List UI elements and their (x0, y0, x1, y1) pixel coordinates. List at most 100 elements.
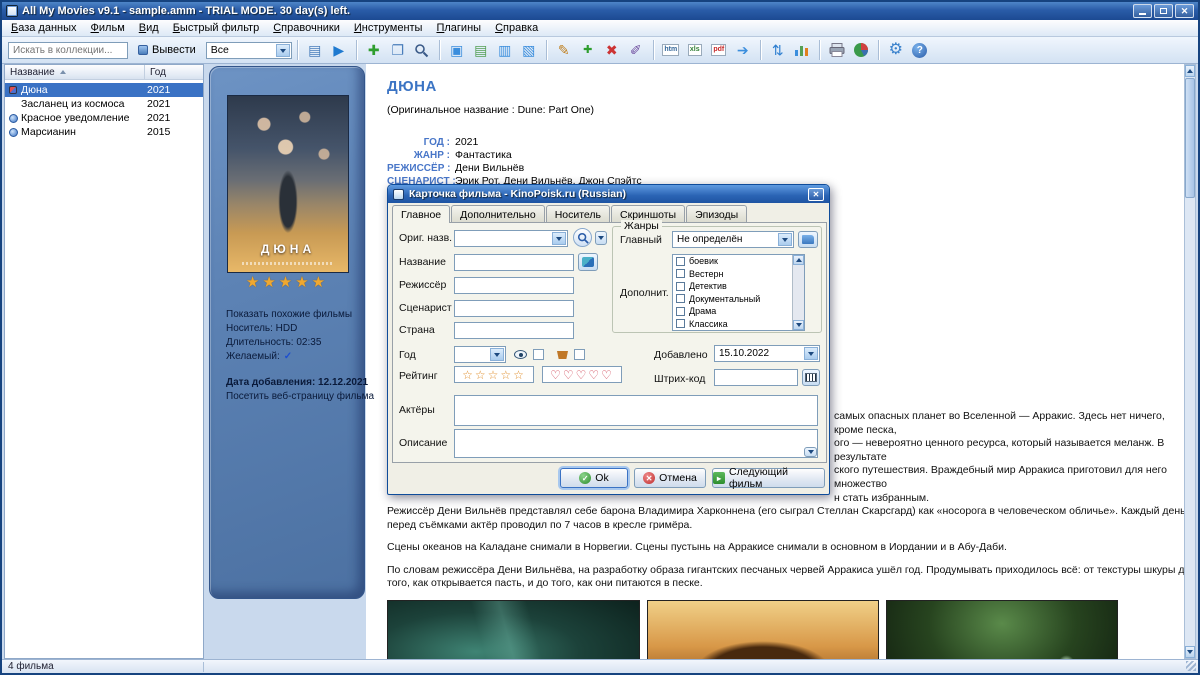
find-movie-button[interactable]: ▧ (517, 38, 541, 62)
genre-list-button[interactable] (798, 231, 818, 248)
genre-checkbox[interactable] (676, 294, 685, 304)
minimize-button[interactable] (1133, 4, 1152, 18)
wishlist-checkbox[interactable] (574, 349, 585, 360)
dropdown-arrow-icon[interactable] (552, 232, 566, 245)
screenshot-thumbnail-1[interactable] (387, 600, 640, 659)
export-html-button[interactable]: htm (659, 38, 683, 62)
close-button[interactable]: ✕ (1175, 4, 1194, 18)
date-added-combo[interactable]: 15.10.2022 (714, 345, 820, 362)
genre-checkbox[interactable] (676, 269, 685, 279)
rating-hearts-input[interactable]: ♡♡♡♡♡ (542, 366, 622, 383)
list-item-dune[interactable]: Дюна 2021 (5, 83, 203, 97)
menu-quick-filter[interactable]: Быстрый фильтр (166, 21, 267, 35)
delete-movie-button[interactable]: ✖ (600, 38, 624, 62)
sort-button[interactable]: ⇅ (766, 38, 790, 62)
menu-references[interactable]: Справочники (266, 21, 347, 35)
genre-option[interactable]: Детектив (673, 280, 804, 293)
edit-movie-button[interactable]: ✎ (552, 38, 576, 62)
genre-option[interactable]: Документальный (673, 293, 804, 306)
list-item-martian[interactable]: Марсианин 2015 (5, 125, 203, 139)
barcode-scan-button[interactable] (802, 369, 820, 386)
genre-option[interactable]: Вестерн (673, 268, 804, 281)
output-button[interactable]: Вывести (132, 40, 202, 60)
column-header-year[interactable]: Год (145, 65, 203, 79)
basket-icon[interactable] (557, 351, 568, 359)
search-input[interactable] (8, 41, 128, 59)
web-page-link[interactable]: Посетить веб-страницу фильма (226, 391, 374, 402)
column-header-title[interactable]: Название (5, 65, 145, 79)
dialog-close-button[interactable]: ✕ (808, 187, 824, 201)
menu-plugins[interactable]: Плагины (429, 21, 488, 35)
play-movie-button[interactable]: ▶ (327, 38, 351, 62)
settings-button[interactable]: ⚙ (884, 38, 908, 62)
scroll-up-arrow[interactable] (1185, 65, 1195, 77)
genre-checkbox[interactable] (676, 256, 685, 266)
menu-movie[interactable]: Фильм (84, 21, 132, 35)
dropdown-arrow-icon[interactable] (804, 347, 818, 360)
scrollbar-thumb[interactable] (1185, 78, 1195, 198)
menu-view[interactable]: Вид (132, 21, 166, 35)
year-combo[interactable] (454, 346, 506, 363)
seen-checkbox[interactable] (533, 349, 544, 360)
barcode-input[interactable] (714, 369, 798, 386)
dropdown-arrow-icon[interactable] (490, 348, 504, 361)
export-button[interactable]: ➔ (731, 38, 755, 62)
ok-button[interactable]: ✓ Ok (560, 468, 628, 488)
scroll-up-arrow[interactable] (793, 255, 804, 265)
card-view-button[interactable]: ▤ (303, 38, 327, 62)
writer-input[interactable] (454, 300, 574, 317)
genre-option[interactable]: Классика (673, 318, 804, 331)
dropdown-arrow-icon[interactable] (778, 233, 792, 246)
screenshot-thumbnail-3[interactable] (886, 600, 1118, 659)
next-movie-button[interactable]: ▸ Следующий фильм (712, 466, 825, 490)
director-input[interactable] (454, 277, 574, 294)
tab-episodes[interactable]: Эпизоды (686, 205, 748, 222)
filter-dropdown-arrow[interactable] (275, 43, 290, 57)
add-movie-button[interactable]: ✚ (362, 38, 386, 62)
genre-checkbox[interactable] (676, 281, 685, 291)
cancel-button[interactable]: ✕ Отмена (634, 468, 706, 488)
genre-option[interactable]: Драма (673, 305, 804, 318)
export-pdf-button[interactable]: pdf (707, 38, 731, 62)
translate-button[interactable] (578, 253, 598, 271)
actors-input[interactable] (454, 395, 818, 426)
content-scrollbar[interactable] (1184, 64, 1196, 659)
genre-checkbox[interactable] (676, 319, 685, 329)
eye-icon[interactable] (514, 350, 527, 359)
filter-combo[interactable]: Все (205, 41, 292, 59)
resize-grip[interactable] (1186, 661, 1196, 671)
statistics-button[interactable] (790, 38, 814, 62)
search-options-button[interactable] (595, 231, 607, 245)
copy-movie-button[interactable]: ❐ (386, 38, 410, 62)
genre-checkbox[interactable] (676, 306, 685, 316)
search-movie-button[interactable] (410, 38, 434, 62)
title-input[interactable] (454, 254, 574, 271)
genre-scrollbar[interactable] (792, 255, 804, 330)
export-excel-button[interactable]: xls (683, 38, 707, 62)
genre-listbox[interactable]: боевик Вестерн Детектив Документальный Д… (672, 254, 805, 331)
save-movie-button[interactable]: ▤ (469, 38, 493, 62)
list-item-red-notice[interactable]: Красное уведомление 2021 (5, 111, 203, 125)
help-button[interactable]: ? (908, 38, 932, 62)
add-wizard-button[interactable]: ▣ (445, 38, 469, 62)
scroll-down-arrow[interactable] (793, 320, 804, 330)
maximize-button[interactable] (1154, 4, 1173, 18)
tab-additional[interactable]: Дополнительно (451, 205, 545, 222)
country-input[interactable] (454, 322, 574, 339)
print-button[interactable] (825, 38, 849, 62)
tab-main[interactable]: Главное (392, 205, 451, 223)
original-name-combo[interactable] (454, 230, 568, 247)
pie-chart-button[interactable] (849, 38, 873, 62)
rating-stars[interactable]: ★★★★★ (210, 273, 364, 291)
screenshot-thumbnail-2[interactable] (647, 600, 879, 659)
menu-tools[interactable]: Инструменты (347, 21, 430, 35)
search-online-button[interactable] (573, 228, 592, 247)
import-movie-button[interactable]: ▥ (493, 38, 517, 62)
tab-media[interactable]: Носитель (545, 205, 611, 222)
description-input[interactable] (454, 429, 818, 458)
expand-description-button[interactable] (804, 447, 817, 457)
scroll-down-arrow[interactable] (1185, 646, 1195, 658)
main-genre-combo[interactable]: Не определён (672, 231, 794, 248)
rating-stars-input[interactable]: ☆☆☆☆☆ (454, 366, 534, 383)
menu-database[interactable]: База данных (4, 21, 84, 35)
